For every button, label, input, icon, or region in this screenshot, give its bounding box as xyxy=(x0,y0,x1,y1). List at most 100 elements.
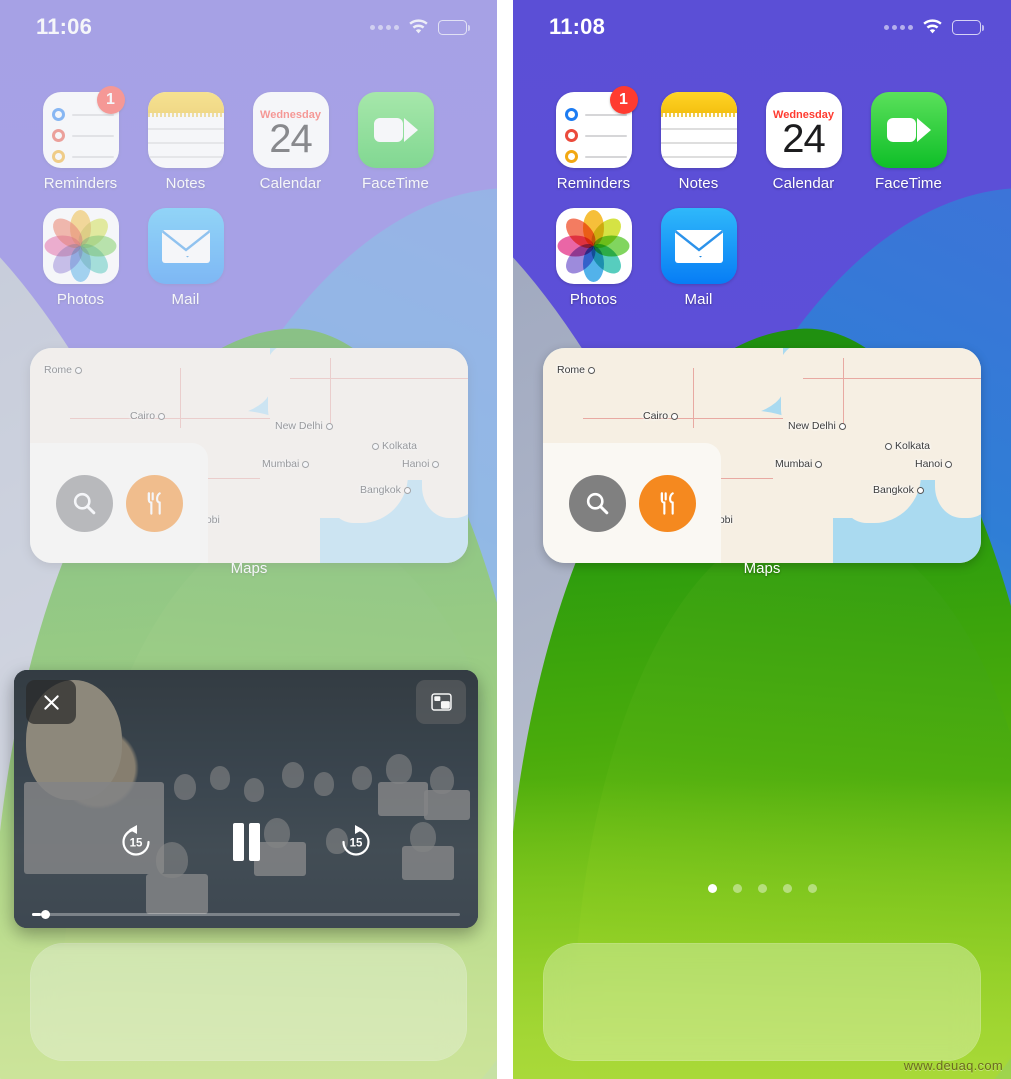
pause-icon[interactable] xyxy=(222,818,270,866)
photos-icon xyxy=(42,208,119,284)
dock-left[interactable] xyxy=(30,943,467,1061)
app-label: Calendar xyxy=(772,175,835,192)
svg-text:15: 15 xyxy=(130,838,143,850)
restaurant-fork-knife-icon[interactable] xyxy=(638,474,696,532)
facetime-icon xyxy=(357,92,434,168)
status-bar-left: 11:06 xyxy=(0,0,497,54)
screenshot-stage: 11:06 1 Reminders Notes Wednesday 24 Cal… xyxy=(0,0,1011,1079)
app-label: Mail xyxy=(684,291,713,308)
map-city-kolkata: Kolkata xyxy=(372,440,417,452)
app-photos[interactable]: Photos xyxy=(28,208,133,308)
page-dot-1[interactable] xyxy=(707,884,717,893)
app-label: Notes xyxy=(678,175,719,192)
maps-widget-label: Maps xyxy=(743,560,781,577)
app-label: Calendar xyxy=(259,175,322,192)
map-city-hanoi: Hanoi xyxy=(402,458,440,470)
app-mail[interactable]: Mail xyxy=(133,208,238,308)
app-reminders[interactable]: 1 Reminders xyxy=(28,86,133,192)
page-indicator-dots[interactable] xyxy=(513,884,1011,893)
map-city-hanoi: Hanoi xyxy=(915,458,953,470)
mail-icon xyxy=(660,208,737,284)
notes-icon xyxy=(660,92,737,168)
dock-right[interactable] xyxy=(543,943,981,1061)
page-dot-3[interactable] xyxy=(757,884,767,893)
search-icon[interactable] xyxy=(55,474,113,532)
app-row-2: Photos Mail xyxy=(0,208,497,308)
status-clock: 11:08 xyxy=(549,14,606,39)
facetime-icon xyxy=(870,92,947,168)
app-grid-right: 1 Reminders Notes Wednesday 24 Calendar … xyxy=(513,86,1011,324)
app-notes[interactable]: Notes xyxy=(133,92,238,192)
calendar-day-number: 24 xyxy=(782,116,825,161)
close-x-icon[interactable] xyxy=(26,680,76,724)
app-calendar[interactable]: Wednesday 24 Calendar xyxy=(238,92,343,192)
map-city-kolkata: Kolkata xyxy=(885,440,930,452)
map-city-new-delhi: New Delhi xyxy=(275,420,333,432)
map-city-new-delhi: New Delhi xyxy=(788,420,846,432)
phone-screen-right: 11:08 1 Reminders Notes Wednesday 24 Cal… xyxy=(513,0,1011,1079)
app-row-1: 1 Reminders Notes Wednesday 24 Calendar … xyxy=(0,86,497,192)
map-city-mumbai: Mumbai xyxy=(262,458,310,470)
app-reminders[interactable]: 1 Reminders xyxy=(541,86,646,192)
status-bar-right: 11:08 xyxy=(513,0,1011,54)
app-mail[interactable]: Mail xyxy=(646,208,751,308)
calendar-icon: Wednesday 24 xyxy=(252,92,329,168)
photos-icon xyxy=(555,208,632,284)
picture-in-picture-player[interactable]: 15 15 xyxy=(14,670,478,928)
signal-dots-icon xyxy=(884,24,913,30)
app-label: Reminders xyxy=(556,175,631,192)
maps-widget-label: Maps xyxy=(230,560,268,577)
wifi-icon xyxy=(922,19,943,35)
calendar-day-number: 24 xyxy=(269,116,312,161)
map-city-rome: Rome xyxy=(557,364,596,376)
picture-in-picture-icon[interactable] xyxy=(416,680,466,724)
reminders-badge: 1 xyxy=(96,86,125,114)
playback-controls: 15 15 xyxy=(14,818,478,866)
search-icon[interactable] xyxy=(568,474,626,532)
app-label: FaceTime xyxy=(875,175,942,192)
page-dot-4[interactable] xyxy=(782,884,792,893)
app-label: Photos xyxy=(569,291,618,308)
skip-back-15-icon[interactable]: 15 xyxy=(112,818,160,866)
app-grid-left: 1 Reminders Notes Wednesday 24 Calendar … xyxy=(0,86,497,324)
app-row-2: Photos Mail xyxy=(513,208,1011,308)
app-row-1: 1 Reminders Notes Wednesday 24 Calendar … xyxy=(513,86,1011,192)
map-city-mumbai: Mumbai xyxy=(775,458,823,470)
restaurant-fork-knife-icon[interactable] xyxy=(125,474,183,532)
maps-widget-actions xyxy=(30,443,208,563)
video-progress-scrubber[interactable] xyxy=(32,910,460,919)
map-city-bangkok: Bangkok xyxy=(360,484,411,496)
site-watermark: www.deuaq.com xyxy=(903,1058,1003,1073)
app-photos[interactable]: Photos xyxy=(541,208,646,308)
map-city-rome: Rome xyxy=(44,364,83,376)
map-city-cairo: Cairo xyxy=(130,410,166,422)
app-facetime[interactable]: FaceTime xyxy=(856,92,961,192)
app-label: Mail xyxy=(171,291,200,308)
skip-forward-15-icon[interactable]: 15 xyxy=(332,818,380,866)
map-city-bangkok: Bangkok xyxy=(873,484,924,496)
panel-separator xyxy=(497,0,513,1079)
app-label: Notes xyxy=(165,175,206,192)
mail-icon xyxy=(147,208,224,284)
map-city-cairo: Cairo xyxy=(643,410,679,422)
maps-widget[interactable]: Rome Cairo New Delhi Kolkata Hanoi Mumba… xyxy=(30,348,468,563)
phone-screen-left: 11:06 1 Reminders Notes Wednesday 24 Cal… xyxy=(0,0,497,1079)
app-label: FaceTime xyxy=(362,175,429,192)
maps-widget-actions xyxy=(543,443,721,563)
signal-dots-icon xyxy=(370,24,399,30)
battery-low-power-icon xyxy=(438,19,471,35)
app-label: Photos xyxy=(56,291,105,308)
svg-text:15: 15 xyxy=(350,838,363,850)
page-dot-2[interactable] xyxy=(732,884,742,893)
app-calendar[interactable]: Wednesday 24 Calendar xyxy=(751,92,856,192)
calendar-icon: Wednesday 24 xyxy=(765,92,842,168)
wifi-icon xyxy=(408,19,429,35)
maps-widget[interactable]: Rome Cairo New Delhi Kolkata Hanoi Mumba… xyxy=(543,348,981,563)
app-facetime[interactable]: FaceTime xyxy=(343,92,448,192)
notes-icon xyxy=(147,92,224,168)
page-dot-5[interactable] xyxy=(807,884,817,893)
app-notes[interactable]: Notes xyxy=(646,92,751,192)
battery-low-power-icon xyxy=(952,19,985,35)
app-label: Reminders xyxy=(43,175,118,192)
status-clock: 11:06 xyxy=(36,14,93,39)
